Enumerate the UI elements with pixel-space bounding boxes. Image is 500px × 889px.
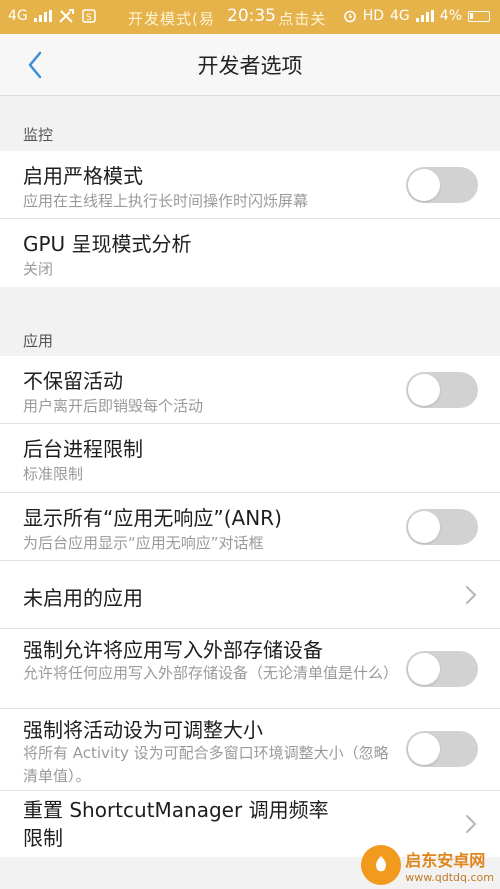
watermark-text: 启东安卓网 www.qdtdq.com [405,847,494,884]
row-subtitle: 允许将任何应用写入外部存储设备（无论清单值是什么） [23,664,399,682]
watermark-url: www.qdtdq.com [405,870,494,884]
settings-box-icon: S [82,9,96,23]
title-bar: 开发者选项 [0,34,500,96]
battery-icon [468,10,490,22]
svg-text:S: S [86,13,92,23]
row-title: GPU 呈现模式分析 [23,232,192,256]
notice-text: 开发模式(易 [128,10,215,28]
row-title: 未启用的应用 [23,586,143,610]
hd-indicator: HD [362,8,385,24]
row-title: 不保留活动 [23,369,123,393]
clock: 20:35 [227,6,276,26]
strict-mode-toggle[interactable] [406,167,478,203]
row-subtitle: 为后台应用显示“应用无响应”对话框 [23,534,264,552]
status-right: HD 4G 4% [343,8,490,24]
group-monitor: 启用严格模式 应用在主线程上执行长时间操作时闪烁屏幕 GPU 呈现模式分析 关闭 [0,151,500,287]
row-subtitle: 标准限制 [23,465,84,483]
toggle-knob [408,733,440,765]
row-inactive-apps[interactable]: 未启用的应用 [0,561,500,629]
force-allow-external-storage-toggle[interactable] [406,651,478,687]
row-title: 重置 ShortcutManager 调用频率限制 [23,798,329,850]
toggle-knob [408,169,440,201]
signal-icon-right [415,10,434,22]
watermark-name: 启东安卓网 [405,850,486,870]
site-watermark: 启东安卓网 www.qdtdq.com [361,845,494,885]
force-resizable-activities-toggle[interactable] [406,731,478,767]
row-subtitle: 应用在主线程上执行长时间操作时闪烁屏幕 [23,192,309,210]
row-title: 显示所有“应用无响应”(ANR) [23,506,282,530]
row-dont-keep-activities[interactable]: 不保留活动 用户离开后即销毁每个活动 [0,356,500,424]
row-strict-mode[interactable]: 启用严格模式 应用在主线程上执行长时间操作时闪烁屏幕 [0,151,500,219]
status-bar: 4G S 开发模式(易 点击关 20:35 HD 4G 4% [0,0,500,34]
row-subtitle: 关闭 [23,260,54,278]
section-header-apps: 应用 [23,332,54,350]
show-all-anrs-toggle[interactable] [406,509,478,545]
row-title: 启用严格模式 [23,164,143,188]
section-header-monitor: 监控 [23,126,54,144]
row-gpu-profile[interactable]: GPU 呈现模式分析 关闭 [0,219,500,287]
row-force-allow-external-storage[interactable]: 强制允许将应用写入外部存储设备 允许将任何应用写入外部存储设备（无论清单值是什么… [0,629,500,709]
watermark-logo-icon [361,845,402,885]
signal-icon [33,10,52,22]
status-left: 4G S [8,8,96,24]
row-title: 强制将活动设为可调整大小 [23,718,263,742]
row-force-resizable-activities[interactable]: 强制将活动设为可调整大小 将所有 Activity 设为可配合多窗口环境调整大小… [0,709,500,791]
toggle-knob [408,374,440,406]
tools-icon [59,9,74,23]
row-background-process-limit[interactable]: 后台进程限制 标准限制 [0,424,500,493]
row-title: 后台进程限制 [23,437,143,461]
battery-percent: 4% [439,8,462,24]
dont-keep-activities-toggle[interactable] [406,372,478,408]
row-title: 强制允许将应用写入外部存储设备 [23,638,323,662]
toggle-knob [408,511,440,543]
alarm-icon [343,10,356,23]
toggle-knob [408,653,440,685]
chevron-right-icon [466,815,477,833]
network-type-right: 4G [390,8,410,24]
notice-tail-text: 点击关 [278,10,327,28]
chevron-right-icon [466,586,477,604]
row-subtitle: 将所有 Activity 设为可配合多窗口环境调整大小（忽略清单值）。 [23,744,389,785]
row-show-all-anrs[interactable]: 显示所有“应用无响应”(ANR) 为后台应用显示“应用无响应”对话框 [0,493,500,561]
page-title: 开发者选项 [197,54,303,78]
row-subtitle: 用户离开后即销毁每个活动 [23,397,204,415]
group-apps: 不保留活动 用户离开后即销毁每个活动 后台进程限制 标准限制 显示所有“应用无响… [0,356,500,857]
network-type: 4G [8,8,28,24]
